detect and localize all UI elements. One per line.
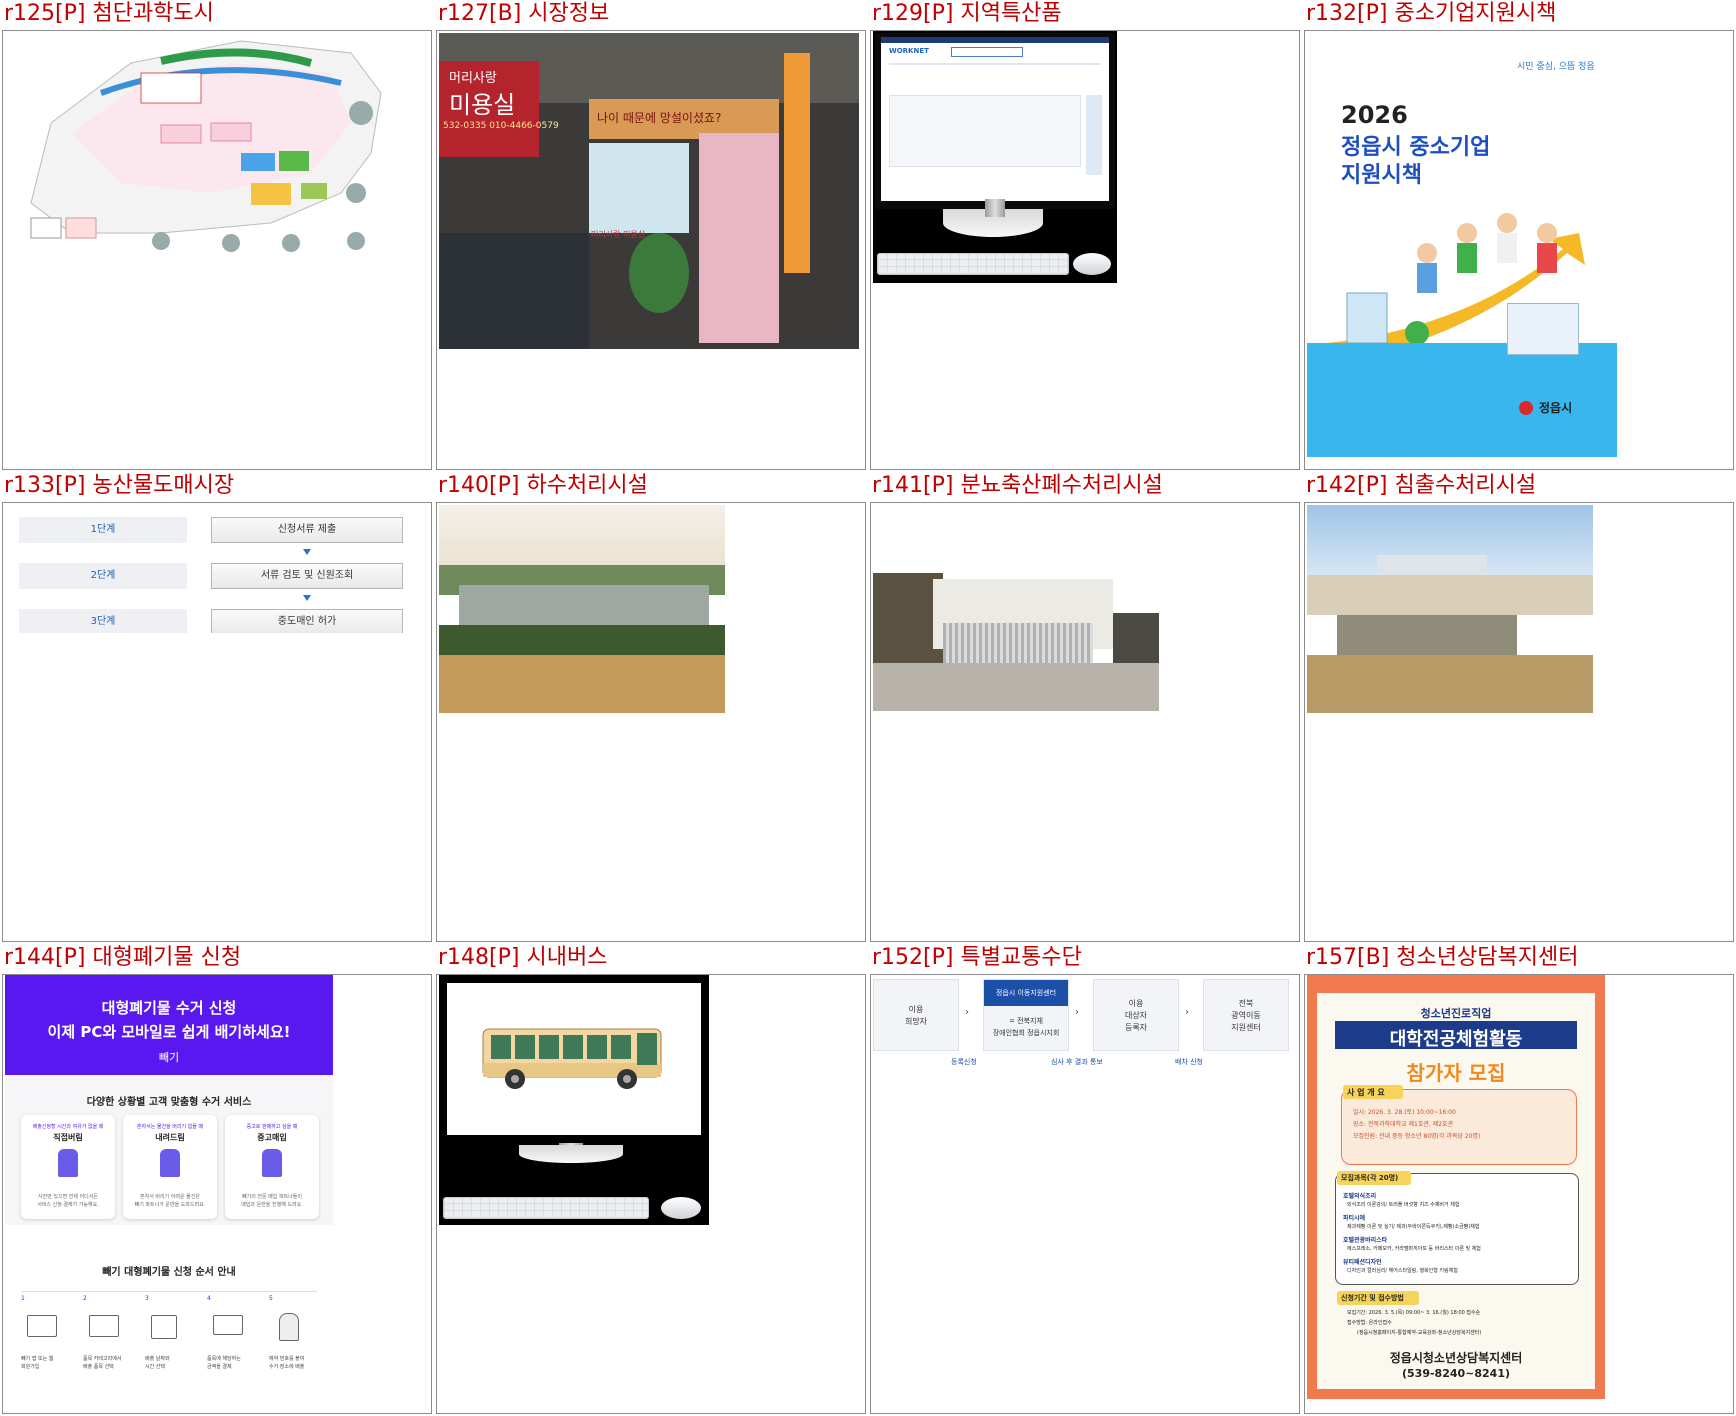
- cell-frame: [870, 502, 1300, 942]
- cell-frame: 이용 희망자 › 정읍시 이동지원센터 = 전북지체 장애인협회 정읍시지회 ›…: [870, 974, 1300, 1414]
- computer-icon: [27, 1315, 57, 1337]
- city-logo-icon: [1519, 401, 1533, 415]
- policy-book-cover: 시민 중심, 으뜸 정읍 2026 정읍시 중소기업 지원시책 정읍시: [1307, 33, 1617, 457]
- process-steps: 1단계 신청서류 제출 2단계 서류 검토 및 신원조회 3단계 중도매인 허가: [19, 513, 409, 633]
- category-icon: [89, 1315, 119, 1337]
- step-action: 중도매인 허가: [211, 609, 403, 633]
- cell-frame: 대형폐기물 수거 신청 이제 PC와 모바일로 쉽게 배기하세요! 빼기 다양한…: [2, 974, 432, 1414]
- guide-step: 4 품목에 해당하는 금액을 결제: [207, 1295, 263, 1385]
- cell-r148: r148[P] 시내버스: [434, 944, 868, 1416]
- chevron-right-icon: ›: [965, 1007, 969, 1018]
- calendar-icon: [151, 1315, 177, 1339]
- chevron-right-icon: ›: [1185, 1007, 1189, 1018]
- person-icon: [262, 1149, 282, 1177]
- leachate-plant-photo: [1307, 505, 1593, 713]
- guide-step: 1 빼기 앱 또는 웹 회원가입: [21, 1295, 77, 1385]
- person-icon: [160, 1149, 180, 1177]
- monitor-illustration: [439, 975, 709, 1225]
- service-card[interactable]: 중고로 판매하고 싶을 때 중고매입 빼기의 전문 매입 파트너들이 매입과 운…: [225, 1115, 319, 1219]
- cell-title: r129[P] 지역특산품: [872, 1, 1062, 26]
- market-shop-photo: 머리사랑 미용실 532-0335 010-4466-0579 나이 때문에 망…: [439, 33, 859, 349]
- cell-title: r140[P] 하수처리시설: [438, 473, 648, 498]
- flow-box-regional-center: 전북 광역이동 지원센터: [1203, 979, 1289, 1051]
- cell-title: r157[B] 청소년상담복지센터: [1306, 945, 1579, 970]
- science-city-map-image: [11, 33, 421, 273]
- arrow-down-icon: [303, 549, 311, 555]
- cell-title: r141[P] 분뇨축산폐수처리시설: [872, 473, 1163, 498]
- step-stage: 3단계: [19, 609, 187, 633]
- cell-title: r133[P] 농산물도매시장: [4, 473, 235, 498]
- cell-frame: [1304, 502, 1734, 942]
- cell-frame: 청소년진로직업 대학전공체험활동 참가자 모집 사 업 개 요 일시: 2026…: [1304, 974, 1734, 1414]
- cell-r144: r144[P] 대형폐기물 신청 대형폐기물 수거 신청 이제 PC와 모바일로…: [0, 944, 434, 1416]
- cell-r152: r152[P] 특별교통수단 이용 희망자 › 정읍시 이동지원센터 = 전북지…: [868, 944, 1302, 1416]
- guide-step: 5 예약 번호를 붙여 수거 장소에 배출: [269, 1295, 305, 1370]
- cell-r129: r129[P] 지역특산품 WORKNET: [868, 0, 1302, 472]
- flow-box-applicant: 이용 희망자: [873, 979, 959, 1051]
- chevron-right-icon: ›: [1075, 1007, 1079, 1018]
- service-banner: 대형폐기물 수거 신청 이제 PC와 모바일로 쉽게 배기하세요! 빼기: [5, 975, 333, 1075]
- cell-title: r152[P] 특별교통수단: [872, 945, 1082, 970]
- step-action: 신청서류 제출: [211, 517, 403, 543]
- cell-r125: r125[P] 첨단과학도시: [0, 0, 434, 472]
- cell-title: r132[P] 중소기업지원시책: [1306, 1, 1557, 26]
- bulky-waste-service-page: 대형폐기물 수거 신청 이제 PC와 모바일로 쉽게 배기하세요! 빼기 다양한…: [5, 975, 333, 1413]
- guide-step: 2 품목 카테고리에서 배출 품목 선택: [83, 1295, 122, 1370]
- sewage-plant-photo: [439, 505, 725, 713]
- cell-title: r125[P] 첨단과학도시: [4, 1, 214, 26]
- cell-r127: r127[B] 시장정보 머리사랑 미용실 532-0335 010-4466-…: [434, 0, 868, 472]
- cell-title: r142[P] 침출수처리시설: [1306, 473, 1537, 498]
- cell-frame: 머리사랑 미용실 532-0335 010-4466-0579 나이 때문에 망…: [436, 30, 866, 470]
- step-action: 서류 검토 및 신원조회: [211, 563, 403, 589]
- livestock-waste-plant-photo: [873, 543, 1159, 711]
- cell-frame: [436, 974, 866, 1414]
- cell-frame: [436, 502, 866, 942]
- cell-r140: r140[P] 하수처리시설: [434, 472, 868, 944]
- worknet-screen: WORKNET: [881, 37, 1109, 201]
- guide-step: 3 배출 날짜와 시간 선택: [145, 1295, 201, 1385]
- payment-icon: [213, 1315, 243, 1335]
- cell-r133: r133[P] 농산물도매시장 1단계 신청서류 제출 2단계 서류 검토 및 …: [0, 472, 434, 944]
- step-stage: 1단계: [19, 517, 187, 543]
- cell-r157: r157[B] 청소년상담복지센터 청소년진로직업 대학전공체험활동 참가자 모…: [1302, 944, 1736, 1416]
- flow-box-registrant: 이용 대상자 등록자: [1093, 979, 1179, 1051]
- flow-box-center: 정읍시 이동지원센터 = 전북지체 장애인협회 정읍시지회: [983, 979, 1069, 1051]
- cell-title: r144[P] 대형폐기물 신청: [4, 945, 242, 970]
- cell-r132: r132[P] 중소기업지원시책 시민 중심, 으뜸 정읍 2026 정읍시 중…: [1302, 0, 1736, 472]
- cell-title: r148[P] 시내버스: [438, 945, 608, 970]
- cell-frame: [2, 30, 432, 470]
- cell-r141: r141[P] 분뇨축산폐수처리시설: [868, 472, 1302, 944]
- program-poster: 청소년진로직업 대학전공체험활동 참가자 모집 사 업 개 요 일시: 2026…: [1307, 975, 1605, 1399]
- shop-sign: 머리사랑 미용실 532-0335 010-4466-0579: [439, 61, 559, 157]
- monitor-illustration: WORKNET: [873, 31, 1117, 283]
- arrow-down-icon: [303, 595, 311, 601]
- person-icon: [58, 1149, 78, 1177]
- step-stage: 2단계: [19, 563, 187, 589]
- special-transport-flow: 이용 희망자 › 정읍시 이동지원센터 = 전북지체 장애인협회 정읍시지회 ›…: [871, 977, 1299, 1073]
- cell-frame: 시민 중심, 으뜸 정읍 2026 정읍시 중소기업 지원시책 정읍시: [1304, 30, 1734, 470]
- service-card[interactable]: 배출신청할 시간과 여유가 없을 때 직접버림 사진만 있으면 언제 어디서든 …: [21, 1115, 115, 1219]
- cell-r142: r142[P] 침출수처리시설: [1302, 472, 1736, 944]
- person-icon: [279, 1313, 299, 1341]
- cell-title: r127[B] 시장정보: [438, 1, 610, 26]
- bus-screen: [447, 983, 701, 1135]
- cell-frame: WORKNET: [870, 30, 1300, 470]
- cell-frame: 1단계 신청서류 제출 2단계 서류 검토 및 신원조회 3단계 중도매인 허가: [2, 502, 432, 942]
- service-card[interactable]: 혼자서는 물건을 버리기 힘들 때 내려드림 혼자서 버리기 어려운 물건은 빼…: [123, 1115, 217, 1219]
